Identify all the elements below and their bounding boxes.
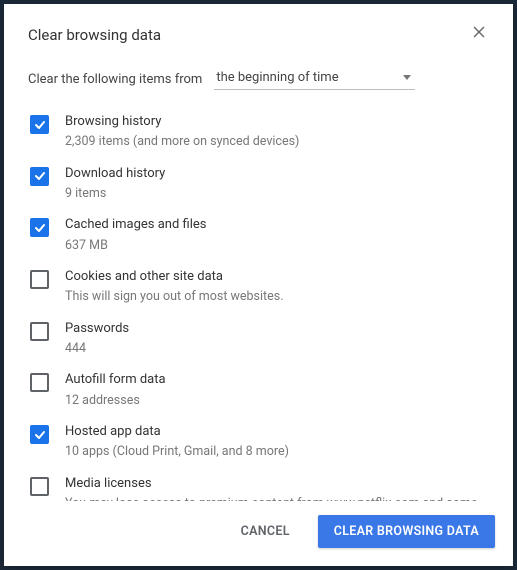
option-checkbox[interactable] <box>30 115 49 134</box>
option-text: Hosted app data 10 apps (Cloud Print, Gma… <box>65 423 289 461</box>
option-subtitle: 10 apps (Cloud Print, Gmail, and 8 more) <box>65 443 289 461</box>
option-subtitle: This will sign you out of most websites. <box>65 288 284 306</box>
option-title: Passwords <box>65 320 129 338</box>
dialog-body: Clear the following items from the begin… <box>4 50 513 501</box>
chevron-down-icon <box>403 75 411 80</box>
option-row: Autofill form data 12 addresses <box>28 364 489 416</box>
option-text: Passwords 444 <box>65 320 129 358</box>
option-title: Browsing history <box>65 113 299 131</box>
dialog-title: Clear browsing data <box>28 26 469 44</box>
option-checkbox[interactable] <box>30 425 49 444</box>
option-text: Media licensesYou may lose access to pre… <box>65 475 489 501</box>
option-row: Download history 9 items <box>28 158 489 210</box>
cancel-button[interactable]: Cancel <box>225 515 306 548</box>
option-title: Media licenses <box>65 475 489 493</box>
option-checkbox[interactable] <box>30 218 49 237</box>
option-text: Download history 9 items <box>65 165 165 203</box>
option-row: Cookies and other site data This will sig… <box>28 261 489 313</box>
time-range-row: Clear the following items from the begin… <box>28 68 489 90</box>
dialog-backdrop: Clear browsing data Clear the following … <box>0 0 517 570</box>
option-checkbox[interactable] <box>30 373 49 392</box>
option-checkbox[interactable] <box>30 270 49 289</box>
dialog-header: Clear browsing data <box>4 4 513 50</box>
option-row: Cached images and files 637 MB <box>28 209 489 261</box>
option-subtitle: 9 items <box>65 185 165 203</box>
close-button[interactable] <box>469 22 489 42</box>
option-checkbox[interactable] <box>30 322 49 341</box>
option-subtitle: 12 addresses <box>65 392 166 410</box>
option-subtitle: 2,309 items (and more on synced devices) <box>65 133 299 151</box>
option-title: Cookies and other site data <box>65 268 284 286</box>
option-checkbox[interactable] <box>30 477 49 496</box>
close-icon <box>473 26 485 38</box>
option-row: Passwords 444 <box>28 313 489 365</box>
option-subtitle: 637 MB <box>65 237 206 255</box>
option-row: Hosted app data 10 apps (Cloud Print, Gma… <box>28 416 489 468</box>
time-range-select[interactable]: the beginning of time <box>214 68 415 90</box>
option-text: Browsing history 2,309 items (and more on… <box>65 113 299 151</box>
option-title: Hosted app data <box>65 423 289 441</box>
option-text: Cookies and other site data This will sig… <box>65 268 284 306</box>
option-subtitle: 444 <box>65 340 129 358</box>
option-row: Media licensesYou may lose access to pre… <box>28 468 489 501</box>
options-list: Browsing history 2,309 items (and more on… <box>28 106 489 501</box>
clear-button[interactable]: Clear browsing data <box>318 515 495 548</box>
option-text: Cached images and files 637 MB <box>65 216 206 254</box>
dialog-footer: Cancel Clear browsing data <box>4 501 513 566</box>
option-title: Autofill form data <box>65 371 166 389</box>
time-range-value: the beginning of time <box>216 70 403 85</box>
option-row: Browsing history 2,309 items (and more on… <box>28 106 489 158</box>
clear-browsing-data-dialog: Clear browsing data Clear the following … <box>4 4 513 566</box>
option-title: Cached images and files <box>65 216 206 234</box>
option-title: Download history <box>65 165 165 183</box>
option-checkbox[interactable] <box>30 167 49 186</box>
option-text: Autofill form data 12 addresses <box>65 371 166 409</box>
time-range-label: Clear the following items from <box>28 72 202 87</box>
